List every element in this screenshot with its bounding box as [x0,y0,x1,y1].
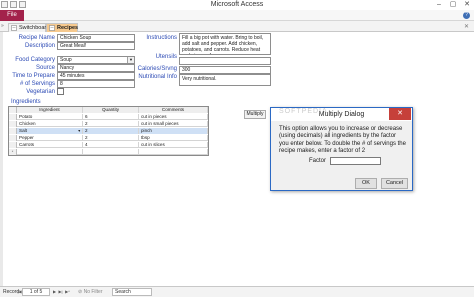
minimize-button[interactable]: – [432,0,446,9]
grid-header-row: Ingredient Quantity Comments [9,107,208,113]
ingredients-label: Ingredients [11,99,41,105]
quantity-cell[interactable]: 2 [83,121,139,127]
comments-cell[interactable]: cut in slices [139,142,208,148]
record-selector-bar[interactable] [0,32,3,286]
new-record-row[interactable]: * [9,149,208,155]
quantity-cell[interactable]: 4 [83,142,139,148]
ingredient-value: Salt [19,128,27,133]
record-position-field[interactable]: 1 of 5 [22,288,50,296]
comments-cell[interactable]: cut in pieces [139,114,208,120]
food-category-value: Soup [60,57,72,63]
new-row-marker[interactable]: * [9,149,17,155]
description-field[interactable]: Great Meal! [57,42,135,50]
quantity-cell[interactable]: 6 [83,114,139,120]
quantity-cell[interactable]: 2 [83,135,139,141]
form-icon [11,25,17,31]
chevron-down-icon[interactable]: ▼ [127,57,134,63]
next-record-icon[interactable]: ▶ [52,289,57,295]
row-selector[interactable] [9,142,17,148]
comments-cell[interactable]: tbsp [139,135,208,141]
factor-label: Factor [309,158,327,164]
table-row[interactable]: Chicken 2 cut in small pieces [9,121,208,127]
row-selector[interactable] [9,128,17,134]
recipe-name-field[interactable]: Chicken Soup [57,34,135,42]
source-label: Source [35,65,55,71]
time-to-prepare-field[interactable]: 45 minutes [57,72,135,80]
filter-label: No Filter [83,289,103,295]
file-tab[interactable]: File [0,10,24,21]
instructions-field[interactable]: Fill a big pot with water. Bring to boil… [179,33,271,55]
factor-input[interactable] [330,157,381,165]
chevron-down-icon[interactable]: ▼ [78,128,81,134]
table-row[interactable]: Potato 6 cut in pieces [9,114,208,120]
vegetarian-label: Vegetarian [26,89,55,95]
row-selector[interactable] [9,121,17,127]
multiply-button[interactable]: Multiply [244,110,266,119]
source-field[interactable]: Nancy [57,64,135,72]
tab-recipes[interactable]: Recipes [46,23,78,32]
search-input[interactable]: Search [112,288,152,296]
window-title: Microsoft Access [210,1,264,8]
close-window-button[interactable]: ✕ [460,0,474,9]
column-header-comments[interactable]: Comments [139,107,208,113]
ingredients-subform: Ingredient Quantity Comments Potato 6 cu… [8,106,209,156]
servings-label: # of Servings [19,81,55,87]
quantity-cell[interactable] [83,149,139,155]
tab-label: Recipes [57,25,79,31]
cancel-button[interactable]: Cancel [381,178,408,189]
help-icon[interactable]: ? [463,12,470,19]
quantity-cell[interactable]: 2 [83,128,139,134]
dialog-description: This option allows you to increase or de… [279,126,406,155]
column-header-ingredient[interactable]: Ingredient [17,107,83,113]
ingredient-cell[interactable]: Potato [17,114,83,120]
ingredient-cell[interactable] [17,149,83,155]
recipe-name-label: Recipe Name [18,35,55,41]
food-category-select[interactable]: Soup ▼ [57,56,135,64]
table-row-selected[interactable]: Salt ▼ 2 pinch [9,128,208,134]
food-category-label: Food Category [15,57,55,63]
utensils-label: Utensils [155,54,177,60]
table-row[interactable]: Carrots 4 cut in slices [9,142,208,148]
watermark: SOFTPEDIA [279,108,328,115]
calories-label: Calories/Srvng [137,66,177,72]
maximize-button[interactable]: ▢ [446,0,460,9]
nutritional-info-field[interactable]: Very nutritional. [179,74,271,86]
tab-label: Switchboard [19,25,50,31]
comments-cell[interactable]: pinch [139,128,208,134]
filter-status[interactable]: ⊘ No Filter [78,287,103,297]
servings-field[interactable]: 8 [57,80,135,88]
ingredient-cell[interactable]: Chicken [17,121,83,127]
time-to-prepare-label: Time to Prepare [12,73,55,79]
multiply-dialog: Multiply Dialog ✕ This option allows you… [270,107,413,191]
nutritional-info-label: Nutritional Info [138,74,177,80]
ribbon-collapsed [24,10,474,21]
last-record-icon[interactable]: ▶| [58,289,63,295]
table-row[interactable]: Pepper 2 tbsp [9,135,208,141]
ingredient-cell[interactable]: Pepper [17,135,83,141]
calories-field[interactable]: 300 [179,66,271,74]
row-selector[interactable] [9,114,17,120]
close-document-icon[interactable]: ✕ [464,23,469,30]
navigation-pane-toggle[interactable]: » [1,23,7,30]
select-all-corner[interactable] [9,107,17,113]
tab-switchboard[interactable]: Switchboard [8,23,50,32]
instructions-label: Instructions [146,35,177,41]
column-header-quantity[interactable]: Quantity [83,107,139,113]
ok-button[interactable]: OK [355,178,377,189]
description-label: Description [24,43,55,49]
ingredient-cell[interactable]: Carrots [17,142,83,148]
comments-cell[interactable]: cut in small pieces [139,121,208,127]
vegetarian-checkbox[interactable] [57,88,64,95]
comments-cell[interactable] [139,149,208,155]
row-selector[interactable] [9,135,17,141]
new-record-icon[interactable]: ▶* [65,289,70,295]
form-icon [49,25,55,31]
utensils-field[interactable] [179,57,271,65]
record-navigation-bar: Record: |◀ 1 of 5 ▶ ▶| ▶* ⊘ No Filter Se… [0,286,474,297]
dialog-close-button[interactable]: ✕ [389,108,411,120]
ingredient-cell[interactable]: Salt ▼ [17,128,83,134]
